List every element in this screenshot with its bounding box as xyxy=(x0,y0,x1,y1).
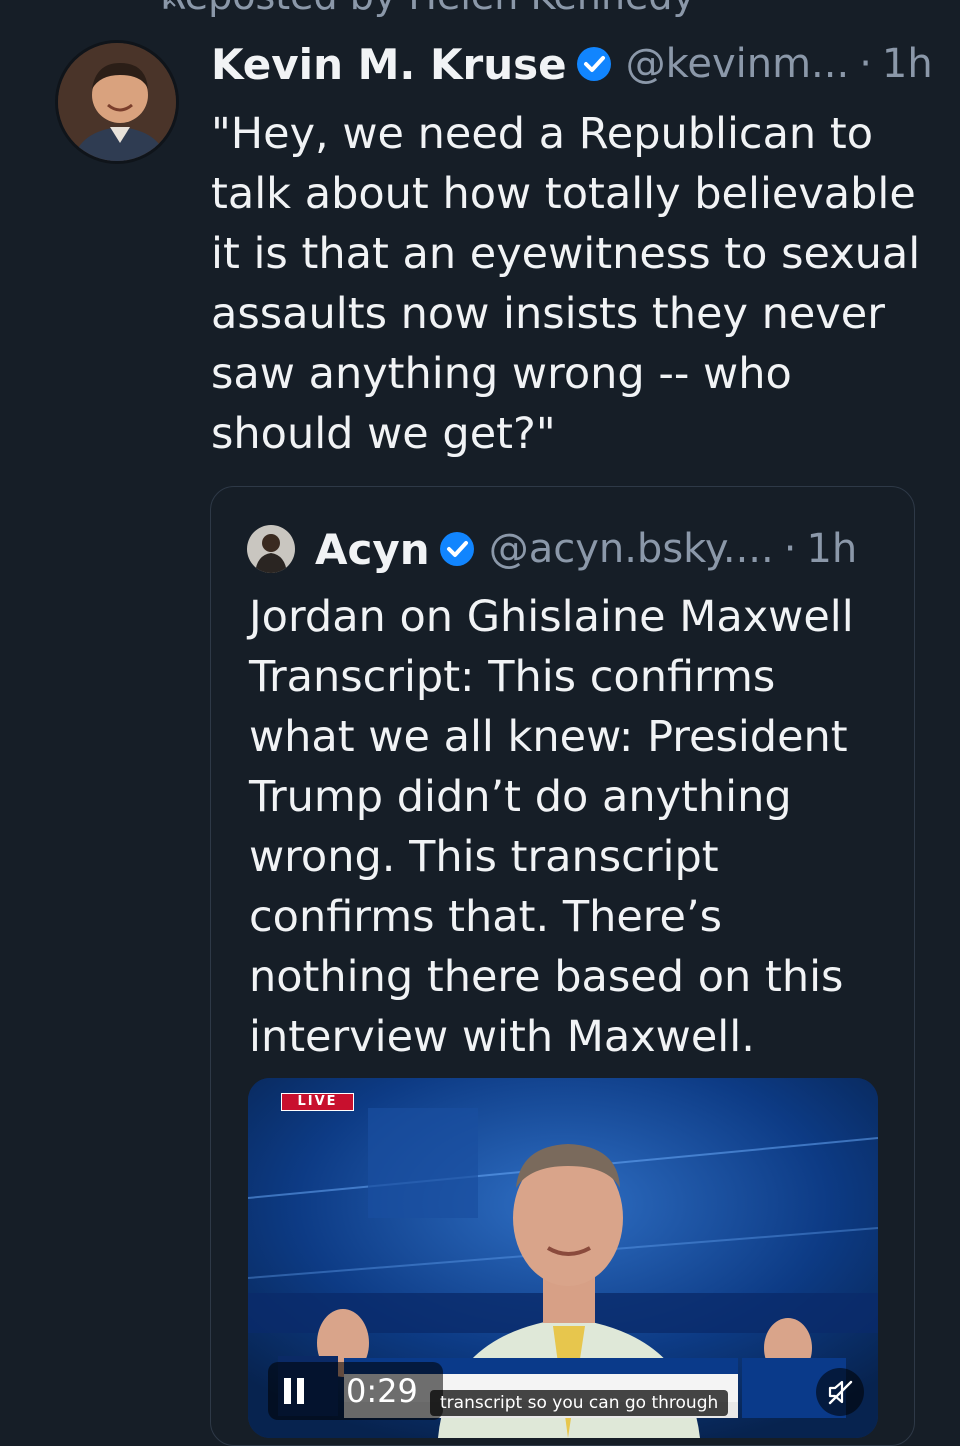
mute-button[interactable] xyxy=(816,1368,864,1416)
post-timestamp[interactable]: 1h xyxy=(882,41,933,87)
quoted-author-avatar[interactable] xyxy=(247,525,295,573)
post-text: "Hey, we need a Republican to talk about… xyxy=(211,109,921,459)
quoted-author-name[interactable]: Acyn xyxy=(315,525,430,574)
live-badge: LIVE xyxy=(281,1093,354,1111)
separator-dot: · xyxy=(859,41,872,87)
repost-label: Reposted by Helen Kennedy xyxy=(160,0,695,18)
pause-icon[interactable] xyxy=(282,1376,308,1406)
author-handle[interactable]: @kevinm... xyxy=(626,41,850,87)
quoted-post-header: Acyn @acyn.bsky.... · 1h xyxy=(247,521,857,577)
verified-badge-icon xyxy=(576,47,611,81)
video-timecode: 0:29 xyxy=(346,1372,418,1410)
video-caption: transcript so you can go through xyxy=(430,1390,729,1416)
author-name[interactable]: Kevin M. Kruse xyxy=(211,40,567,89)
author-avatar[interactable] xyxy=(55,40,179,164)
separator-dot: · xyxy=(783,526,797,572)
quoted-author-handle[interactable]: @acyn.bsky.... xyxy=(489,526,774,572)
muted-speaker-icon xyxy=(828,1380,853,1405)
quoted-post-timestamp[interactable]: 1h xyxy=(806,526,857,572)
video-controls: 0:29 xyxy=(268,1362,443,1420)
verified-badge-icon xyxy=(439,532,474,566)
post-header: Kevin M. Kruse @kevinm... · 1h xyxy=(211,36,933,92)
quoted-post-card[interactable]: Acyn @acyn.bsky.... · 1h Jordan on Ghisl… xyxy=(210,486,915,1446)
quoted-post-text: Jordan on Ghislaine Maxwell Transcript: … xyxy=(249,592,854,1062)
video-player[interactable]: LIVE 0:29 transcript so you can go throu… xyxy=(248,1078,878,1438)
